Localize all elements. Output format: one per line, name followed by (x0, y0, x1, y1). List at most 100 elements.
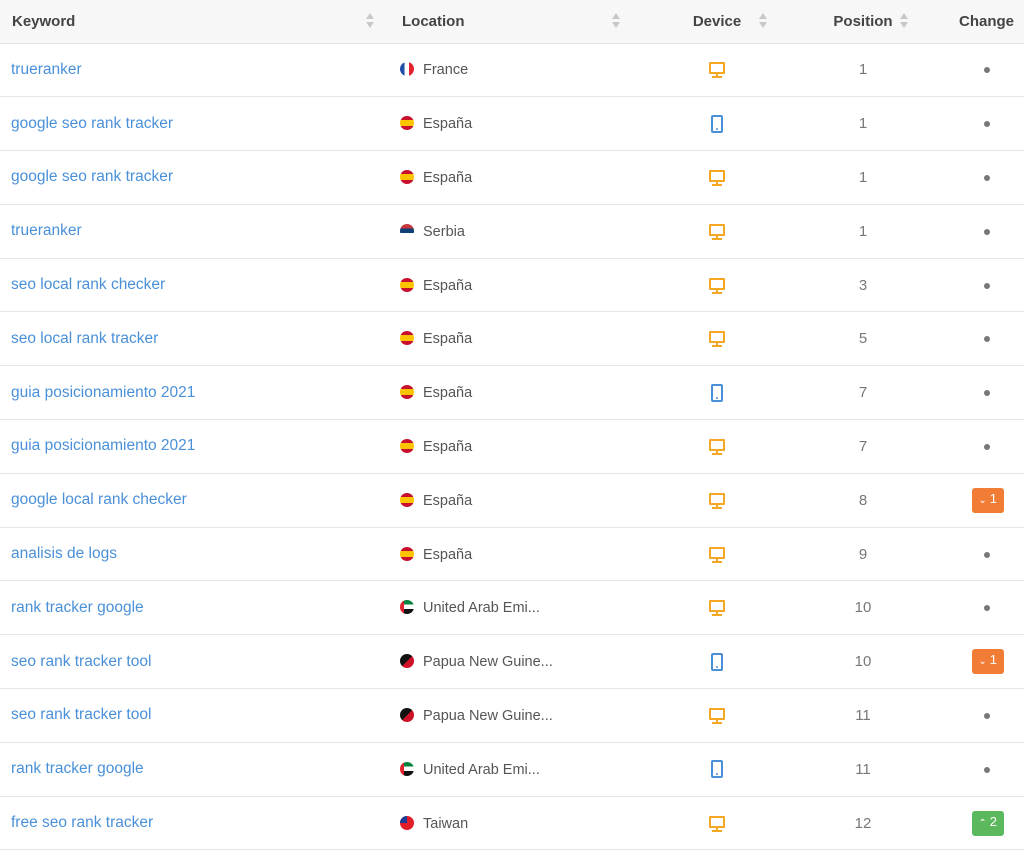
device-cell (637, 527, 797, 581)
keyword-link[interactable]: free seo rank tracker (11, 814, 153, 831)
header-keyword-label: Keyword (12, 12, 76, 30)
position-value: 1 (858, 61, 868, 79)
keyword-link[interactable]: seo rank tracker tool (11, 653, 151, 670)
change-badge-down: ⌄ 1 (972, 649, 1004, 675)
device-cell (637, 796, 797, 850)
serbia-flag-icon (400, 223, 414, 238)
keyword-cell: analisis de logs (0, 527, 392, 581)
keyword-cell: rank tracker google (0, 742, 392, 796)
location-cell: España (392, 527, 637, 581)
header-location-label: Location (402, 12, 465, 30)
table-row: guia posicionamiento 2021 España 7 (0, 366, 1024, 420)
keyword-link[interactable]: guia posicionamiento 2021 (11, 384, 195, 401)
change-cell (929, 742, 1024, 796)
png-flag-icon (400, 707, 414, 722)
keyword-link[interactable]: rank tracker google (11, 760, 144, 777)
header-keyword[interactable]: Keyword (0, 0, 392, 44)
desktop-icon (709, 277, 725, 294)
device-cell (637, 204, 797, 258)
position-cell: 1 (797, 43, 929, 97)
change-badge-down: ⌄ 1 (972, 487, 1004, 513)
change-cell (929, 43, 1024, 97)
position-cell: 7 (797, 366, 929, 420)
keyword-link[interactable]: google local rank checker (11, 491, 187, 508)
table-row: seo rank tracker tool Papua New Guine...… (0, 635, 1024, 689)
location-cell: España (392, 473, 637, 527)
keyword-cell: seo local rank checker (0, 258, 392, 312)
change-value: 1 (989, 652, 997, 668)
keyword-link[interactable]: rank tracker google (11, 599, 144, 616)
no-change-dot (984, 605, 990, 612)
spain-flag-icon (400, 331, 414, 346)
location-cell: España (392, 366, 637, 420)
header-location[interactable]: Location (392, 0, 637, 44)
uae-flag-icon (400, 600, 414, 615)
mobile-icon (711, 760, 723, 779)
keyword-cell: google local rank checker (0, 473, 392, 527)
position-cell: 11 (797, 689, 929, 743)
france-flag-icon (400, 62, 414, 77)
no-change-dot (984, 121, 990, 128)
position-value: 12 (854, 814, 872, 832)
keyword-link[interactable]: google seo rank tracker (11, 168, 173, 185)
keyword-cell: guia posicionamiento 2021 (0, 366, 392, 420)
location-name: Taiwan (423, 815, 469, 832)
table-row: free seo rank tracker Taiwan 12 ⌃ 2 (0, 796, 1024, 850)
device-cell (637, 151, 797, 205)
position-cell: 12 (797, 796, 929, 850)
desktop-icon (709, 600, 725, 617)
keyword-link[interactable]: seo local rank tracker (11, 330, 158, 347)
sort-icon[interactable] (900, 12, 908, 30)
desktop-icon (709, 546, 725, 563)
position-cell: 3 (797, 258, 929, 312)
location-cell: España (392, 258, 637, 312)
location-name: Papua New Guine... (423, 707, 553, 724)
png-flag-icon (400, 654, 414, 669)
desktop-icon (709, 170, 725, 186)
device-cell (637, 635, 797, 689)
location-cell: Papua New Guine... (392, 689, 637, 743)
sort-icon[interactable] (366, 12, 374, 30)
location-cell: España (392, 420, 637, 474)
location-name: Serbia (423, 223, 465, 240)
keyword-link[interactable]: trueranker (11, 61, 82, 78)
desktop-icon (709, 331, 725, 348)
change-cell (929, 581, 1024, 635)
table-row: rank tracker google United Arab Emi... 1… (0, 581, 1024, 635)
header-device[interactable]: Device (637, 0, 797, 44)
table-row: google local rank checker España 8 ⌄ 1 (0, 473, 1024, 528)
change-value: 1 (989, 490, 997, 506)
keyword-link[interactable]: trueranker (11, 222, 82, 239)
keyword-cell: rank tracker google (0, 581, 392, 635)
desktop-icon (709, 62, 725, 79)
position-value: 11 (855, 760, 871, 778)
sort-icon[interactable] (612, 12, 620, 30)
device-cell (637, 742, 797, 796)
rank-table: Keyword Location Device Position Change … (0, 0, 1024, 850)
keyword-link[interactable]: seo rank tracker tool (11, 706, 151, 723)
device-cell (637, 689, 797, 743)
keyword-link[interactable]: seo local rank checker (11, 276, 165, 293)
sort-icon[interactable] (759, 12, 767, 30)
position-value: 7 (858, 384, 868, 402)
spain-flag-icon (400, 546, 414, 561)
mobile-icon (711, 383, 723, 402)
no-change-dot (984, 175, 990, 182)
header-position[interactable]: Position (797, 0, 929, 44)
location-name: United Arab Emi... (423, 600, 540, 617)
keyword-link[interactable]: analisis de logs (11, 545, 117, 562)
no-change-dot (984, 228, 990, 235)
taiwan-flag-icon (400, 815, 414, 830)
position-cell: 5 (797, 312, 929, 366)
position-value: 10 (854, 653, 872, 671)
location-cell: Serbia (392, 204, 637, 258)
change-cell (929, 689, 1024, 743)
position-value: 11 (855, 706, 871, 724)
position-value: 1 (858, 222, 868, 240)
keyword-link[interactable]: guia posicionamiento 2021 (11, 437, 195, 454)
change-cell (929, 527, 1024, 581)
no-change-dot (984, 766, 990, 773)
location-name: España (423, 116, 473, 133)
position-cell: 11 (797, 742, 929, 796)
keyword-link[interactable]: google seo rank tracker (11, 115, 173, 132)
